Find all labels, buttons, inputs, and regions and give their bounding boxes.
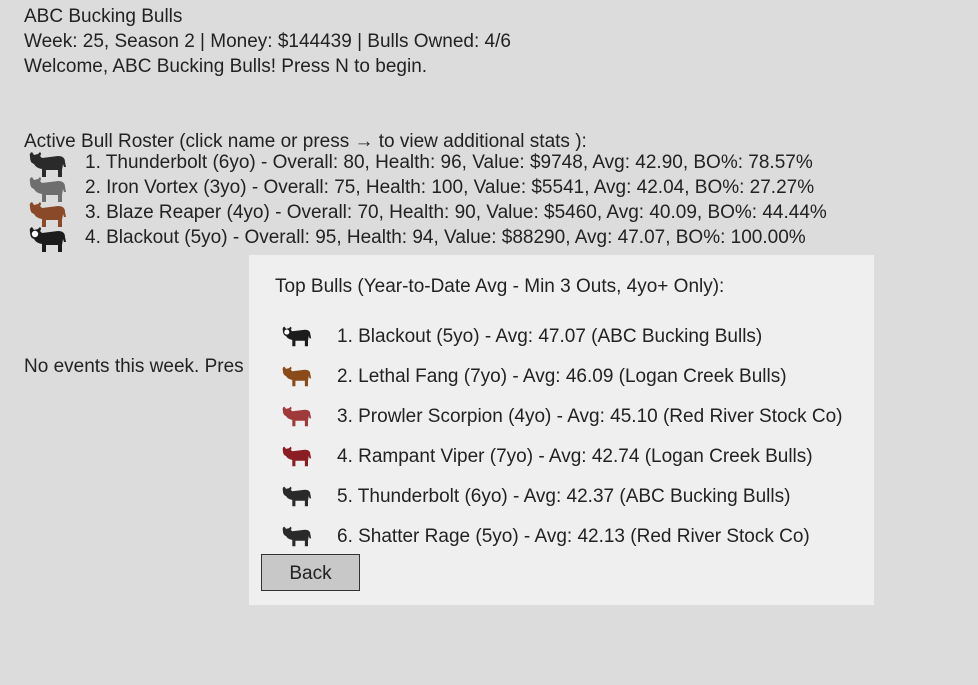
team-title: ABC Bucking Bulls	[24, 6, 183, 27]
bull-icon	[281, 485, 313, 507]
top-bull-label: 3. Prowler Scorpion (4yo) - Avg: 45.10 (…	[337, 406, 843, 427]
roster-bull-stats[interactable]: 2. Iron Vortex (3yo) - Overall: 75, Heal…	[85, 175, 814, 200]
roster-bull-stats[interactable]: 3. Blaze Reaper (4yo) - Overall: 70, Hea…	[85, 200, 827, 225]
back-button[interactable]: Back	[261, 554, 360, 591]
bull-icon	[281, 365, 313, 387]
top-bull-label: 2. Lethal Fang (7yo) - Avg: 46.09 (Logan…	[337, 366, 787, 387]
top-bull-label: 1. Blackout (5yo) - Avg: 47.07 (ABC Buck…	[337, 326, 763, 347]
welcome-message: Welcome, ABC Bucking Bulls! Press N to b…	[24, 56, 428, 77]
bull-icon	[281, 325, 313, 347]
top-bull-label: 4. Rampant Viper (7yo) - Avg: 42.74 (Log…	[337, 446, 813, 467]
status-line: Week: 25, Season 2 | Money: $144439 | Bu…	[24, 31, 511, 52]
events-message: No events this week. Pres	[24, 356, 244, 377]
black-bull-icon	[28, 225, 68, 253]
brown-bull-icon	[28, 200, 68, 228]
top-bulls-title: Top Bulls (Year-to-Date Avg - Min 3 Outs…	[275, 276, 725, 297]
bull-icon	[281, 525, 313, 547]
black-bull-icon	[28, 150, 68, 178]
roster-bull-stats[interactable]: 1. Thunderbolt (6yo) - Overall: 80, Heal…	[85, 150, 813, 175]
top-bulls-panel: Top Bulls (Year-to-Date Avg - Min 3 Outs…	[249, 255, 874, 605]
top-bull-label: 5. Thunderbolt (6yo) - Avg: 42.37 (ABC B…	[337, 486, 791, 507]
top-bull-label: 6. Shatter Rage (5yo) - Avg: 42.13 (Red …	[337, 526, 810, 547]
bull-icon	[281, 405, 313, 427]
gray-bull-icon	[28, 175, 68, 203]
bull-icon	[281, 445, 313, 467]
roster-bull-stats[interactable]: 4. Blackout (5yo) - Overall: 95, Health:…	[85, 225, 806, 250]
